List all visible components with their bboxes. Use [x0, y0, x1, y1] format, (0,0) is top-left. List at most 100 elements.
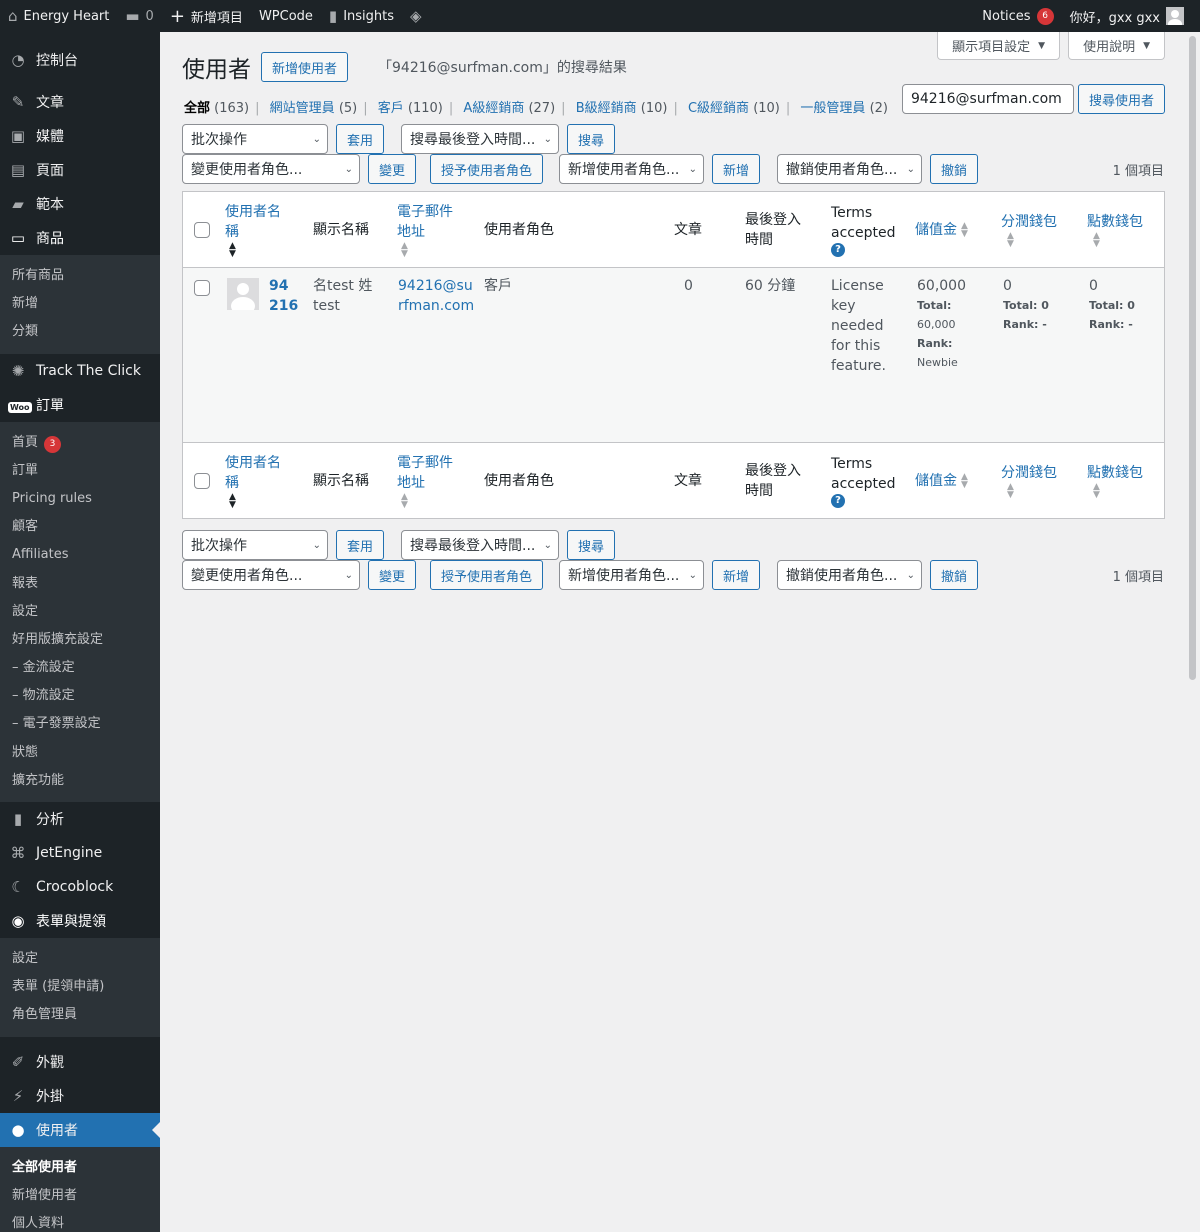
change-role-button-bottom[interactable]: 變更 — [368, 560, 416, 590]
column-wallet[interactable]: 儲值金 ▲ ▼ — [915, 192, 968, 268]
menu-forms[interactable]: ◉ 表單與提領 — [0, 904, 160, 938]
column-email[interactable]: 電子郵件 地址 ▲ ▼ — [397, 443, 453, 519]
last-login-select[interactable]: 搜尋最後登入時間... ⌄ — [401, 124, 559, 154]
filter-a-dealer[interactable]: A級經銷商 (27) — [463, 101, 555, 116]
menu-dashboard[interactable]: ◔ 控制台 — [0, 43, 160, 77]
column-wallet-label[interactable]: 儲值金 — [915, 471, 957, 491]
submenu-role-manager[interactable]: 角色管理員 — [0, 1001, 160, 1029]
submenu-categories[interactable]: 分類 — [0, 318, 160, 346]
username-part-2[interactable]: 216 — [269, 296, 298, 316]
submenu-pricing-rules[interactable]: Pricing rules — [0, 485, 160, 513]
change-role-button[interactable]: 變更 — [368, 154, 416, 184]
column-points-wallet-label[interactable]: 點數錢包 — [1087, 463, 1143, 483]
column-email-label[interactable]: 電子郵件 — [397, 453, 453, 473]
new-item-link[interactable]: + 新增項目 — [162, 0, 251, 32]
submenu-profile[interactable]: 個人資料 — [0, 1210, 160, 1232]
notices-link[interactable]: Notices 6 — [974, 0, 1061, 32]
wpcode-link[interactable]: WPCode — [251, 0, 321, 32]
submenu-all-users[interactable]: 全部使用者 — [0, 1154, 160, 1182]
menu-track-click[interactable]: ✺ Track The Click — [0, 354, 160, 388]
change-role-select[interactable]: 變更使用者角色... ⌄ — [182, 154, 360, 184]
email-part-2[interactable]: rfman.com — [398, 296, 474, 316]
filter-b-dealer[interactable]: B級經銷商 (10) — [576, 101, 668, 116]
column-username[interactable]: 使用者名 稱 ▲ ▼ — [225, 443, 281, 519]
menu-users[interactable]: ● 使用者 — [0, 1112, 160, 1147]
submenu-customers[interactable]: 顧客 — [0, 513, 160, 541]
column-email[interactable]: 電子郵件 地址 ▲ ▼ — [397, 192, 453, 268]
column-username-label[interactable]: 使用者名 — [225, 453, 281, 473]
column-username[interactable]: 使用者名 稱 ▲ ▼ — [225, 192, 281, 268]
last-login-select-bottom[interactable]: 搜尋最後登入時間... ⌄ — [401, 530, 559, 560]
submenu-invoice-settings[interactable]: – 電子發票設定 — [0, 710, 160, 738]
revoke-role-button[interactable]: 撤銷 — [930, 154, 978, 184]
filter-customer[interactable]: 客戶 (110) — [378, 101, 443, 116]
apply-button[interactable]: 套用 — [336, 124, 384, 154]
submenu-status[interactable]: 狀態 — [0, 739, 160, 767]
grant-role-button-bottom[interactable]: 授予使用者角色 — [430, 560, 543, 590]
submenu-extensions[interactable]: 擴充功能 — [0, 767, 160, 795]
filter-c-dealer[interactable]: C級經銷商 (10) — [688, 101, 780, 116]
user-search-input[interactable]: 94216@surfman.com — [901, 84, 1074, 114]
column-username-label-2[interactable]: 稱 — [225, 473, 239, 493]
site-name-link[interactable]: ⌂ Energy Heart — [0, 0, 117, 32]
revoke-role-select-bottom[interactable]: 撤銷使用者角色... ⌄ — [777, 560, 922, 590]
screen-options-button[interactable]: 顯示項目設定 ▼ — [937, 32, 1061, 60]
menu-orders[interactable]: Woo 訂單 — [0, 388, 160, 422]
submenu-add-user[interactable]: 新增使用者 — [0, 1182, 160, 1210]
posts-count-link[interactable]: 0 — [684, 276, 693, 296]
column-username-label[interactable]: 使用者名 — [225, 202, 281, 222]
column-email-label[interactable]: 電子郵件 — [397, 202, 453, 222]
submenu-forms-settings[interactable]: 設定 — [0, 945, 160, 973]
filter-general-manager[interactable]: 一般管理員 (2) — [800, 101, 888, 116]
help-button[interactable]: 使用說明 ▼ — [1068, 32, 1165, 60]
username-link[interactable]: 94 216 — [269, 276, 298, 316]
submenu-add-product[interactable]: 新增 — [0, 290, 160, 318]
column-wallet[interactable]: 儲值金 ▲ ▼ — [915, 443, 968, 519]
add-role-select[interactable]: 新增使用者角色... ⌄ — [559, 154, 704, 184]
username-part-1[interactable]: 94 — [269, 276, 298, 296]
diamond-link[interactable]: ◈ — [402, 0, 436, 32]
bulk-action-select[interactable]: 批次操作 ⌄ — [182, 124, 328, 154]
select-all-checkbox-footer[interactable] — [194, 473, 210, 489]
menu-templates[interactable]: ▰ 範本 — [0, 187, 160, 221]
help-question-icon[interactable]: ? — [831, 243, 845, 257]
column-share-wallet[interactable]: 分潤錢包 ▲ ▼ — [1001, 443, 1057, 519]
change-role-select-bottom[interactable]: 變更使用者角色... ⌄ — [182, 560, 360, 590]
select-all-checkbox[interactable] — [194, 222, 210, 238]
scrollbar-thumb[interactable] — [1189, 36, 1196, 680]
revoke-role-button-bottom[interactable]: 撤銷 — [930, 560, 978, 590]
apply-button-bottom[interactable]: 套用 — [336, 530, 384, 560]
email-link[interactable]: 94216@su rfman.com — [398, 276, 474, 316]
submenu-withdraw-forms[interactable]: 表單 (提領申請) — [0, 973, 160, 1001]
submenu-reports[interactable]: 報表 — [0, 570, 160, 598]
column-wallet-label[interactable]: 儲值金 — [915, 220, 957, 240]
submenu-affiliates[interactable]: Affiliates — [0, 541, 160, 569]
page-scrollbar[interactable] — [1186, 32, 1200, 1232]
revoke-role-select[interactable]: 撤銷使用者角色... ⌄ — [777, 154, 922, 184]
bulk-action-select-bottom[interactable]: 批次操作 ⌄ — [182, 530, 328, 560]
column-share-wallet[interactable]: 分潤錢包 ▲ ▼ — [1001, 192, 1057, 268]
submenu-home[interactable]: 首頁 3 — [0, 429, 160, 457]
filter-all[interactable]: 全部 (163) — [184, 101, 249, 116]
column-username-label-2[interactable]: 稱 — [225, 222, 239, 242]
menu-analytics[interactable]: ▮ 分析 — [0, 802, 160, 836]
row-checkbox[interactable] — [194, 280, 210, 296]
column-share-wallet-label[interactable]: 分潤錢包 — [1001, 212, 1057, 232]
add-role-select-bottom[interactable]: 新增使用者角色... ⌄ — [559, 560, 704, 590]
add-role-button[interactable]: 新增 — [712, 154, 760, 184]
email-part-1[interactable]: 94216@su — [398, 276, 474, 296]
column-email-label-2[interactable]: 地址 — [397, 222, 425, 242]
column-share-wallet-label[interactable]: 分潤錢包 — [1001, 463, 1057, 483]
submenu-orders[interactable]: 訂單 — [0, 457, 160, 485]
submenu-payment-settings[interactable]: – 金流設定 — [0, 654, 160, 682]
grant-role-button[interactable]: 授予使用者角色 — [430, 154, 543, 184]
menu-crocoblock[interactable]: ☾ Crocoblock — [0, 870, 160, 904]
menu-pages[interactable]: ▤ 頁面 — [0, 153, 160, 187]
comments-link[interactable]: ▬ 0 — [117, 0, 161, 32]
add-role-button-bottom[interactable]: 新增 — [712, 560, 760, 590]
submenu-extension-settings[interactable]: 好用版擴充設定 — [0, 626, 160, 654]
menu-products[interactable]: ▭ 商品 — [0, 221, 160, 255]
menu-posts[interactable]: ✎ 文章 — [0, 85, 160, 119]
submenu-settings[interactable]: 設定 — [0, 598, 160, 626]
search-users-button[interactable]: 搜尋使用者 — [1077, 84, 1165, 114]
